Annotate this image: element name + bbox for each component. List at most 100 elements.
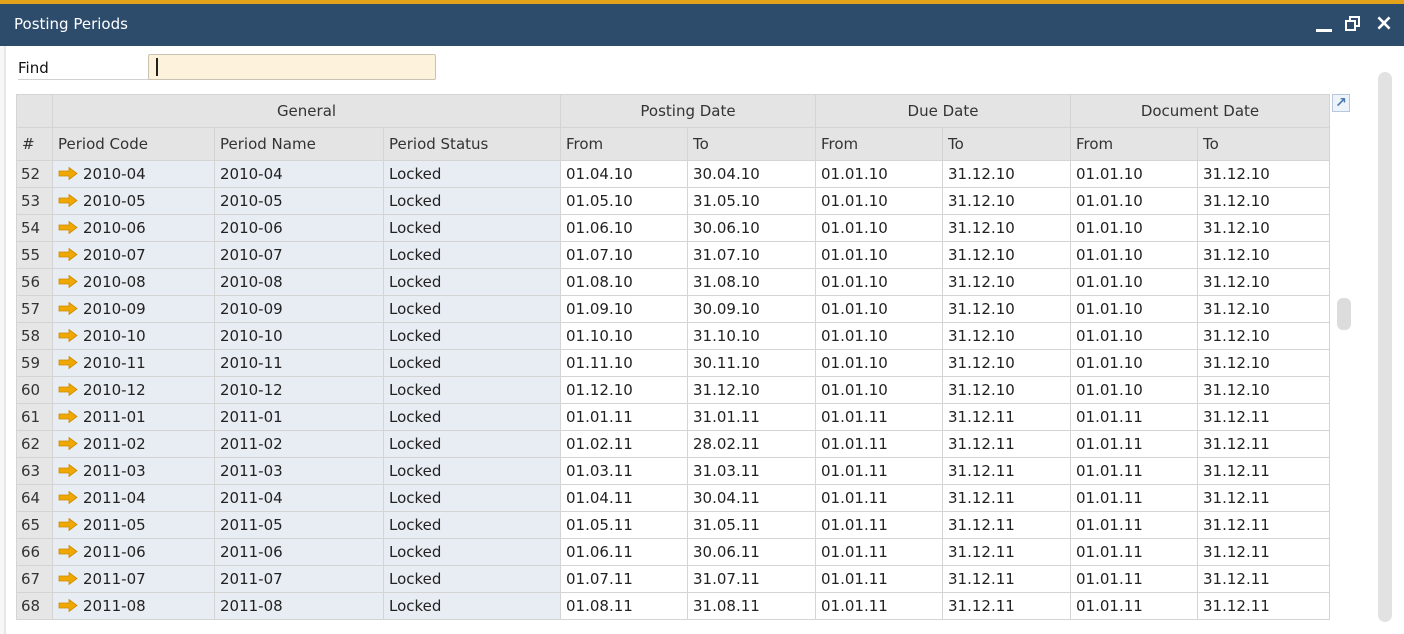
posting-to-cell[interactable]: 30.09.10 bbox=[687, 295, 816, 323]
posting-from-cell[interactable]: 01.05.11 bbox=[560, 511, 688, 539]
due-to-cell[interactable]: 31.12.11 bbox=[942, 457, 1071, 485]
document-from-cell[interactable]: 01.01.10 bbox=[1070, 214, 1198, 242]
posting-from-cell[interactable]: 01.02.11 bbox=[560, 430, 688, 458]
column-header-period-name[interactable]: Period Name bbox=[214, 127, 384, 161]
period-code-cell[interactable]: 2011-02 bbox=[52, 430, 215, 458]
document-to-cell[interactable]: 31.12.10 bbox=[1197, 295, 1330, 323]
posting-to-cell[interactable]: 31.05.10 bbox=[687, 187, 816, 215]
posting-from-cell[interactable]: 01.06.10 bbox=[560, 214, 688, 242]
document-to-cell[interactable]: 31.12.10 bbox=[1197, 160, 1330, 188]
due-to-cell[interactable]: 31.12.10 bbox=[942, 349, 1071, 377]
row-number-cell[interactable]: 57 bbox=[16, 295, 53, 323]
link-arrow-icon[interactable] bbox=[58, 437, 78, 450]
link-arrow-icon[interactable] bbox=[58, 302, 78, 315]
period-name-cell[interactable]: 2010-10 bbox=[214, 322, 384, 350]
posting-to-cell[interactable]: 30.11.10 bbox=[687, 349, 816, 377]
period-name-cell[interactable]: 2010-12 bbox=[214, 376, 384, 404]
due-to-cell[interactable]: 31.12.11 bbox=[942, 511, 1071, 539]
period-status-cell[interactable]: Locked bbox=[383, 322, 561, 350]
due-from-cell[interactable]: 01.01.10 bbox=[815, 376, 943, 404]
period-status-cell[interactable]: Locked bbox=[383, 295, 561, 323]
row-number-cell[interactable]: 54 bbox=[16, 214, 53, 242]
period-code-cell[interactable]: 2010-10 bbox=[52, 322, 215, 350]
period-code-cell[interactable]: 2010-08 bbox=[52, 268, 215, 296]
due-from-cell[interactable]: 01.01.11 bbox=[815, 511, 943, 539]
window-titlebar[interactable]: Posting Periods × bbox=[0, 4, 1404, 46]
period-status-cell[interactable]: Locked bbox=[383, 268, 561, 296]
period-status-cell[interactable]: Locked bbox=[383, 376, 561, 404]
document-to-cell[interactable]: 31.12.11 bbox=[1197, 592, 1330, 620]
document-from-cell[interactable]: 01.01.10 bbox=[1070, 241, 1198, 269]
row-number-cell[interactable]: 68 bbox=[16, 592, 53, 620]
posting-from-cell[interactable]: 01.09.10 bbox=[560, 295, 688, 323]
row-number-cell[interactable]: 60 bbox=[16, 376, 53, 404]
period-name-cell[interactable]: 2011-06 bbox=[214, 538, 384, 566]
due-to-cell[interactable]: 31.12.11 bbox=[942, 538, 1071, 566]
posting-from-cell[interactable]: 01.11.10 bbox=[560, 349, 688, 377]
column-header-row-number[interactable]: # bbox=[16, 127, 53, 161]
row-number-cell[interactable]: 56 bbox=[16, 268, 53, 296]
column-header-posting-from[interactable]: From bbox=[560, 127, 688, 161]
document-from-cell[interactable]: 01.01.10 bbox=[1070, 268, 1198, 296]
period-status-cell[interactable]: Locked bbox=[383, 214, 561, 242]
posting-to-cell[interactable]: 28.02.11 bbox=[687, 430, 816, 458]
due-to-cell[interactable]: 31.12.10 bbox=[942, 322, 1071, 350]
link-arrow-icon[interactable] bbox=[58, 491, 78, 504]
period-status-cell[interactable]: Locked bbox=[383, 430, 561, 458]
due-from-cell[interactable]: 01.01.11 bbox=[815, 484, 943, 512]
due-from-cell[interactable]: 01.01.11 bbox=[815, 538, 943, 566]
document-to-cell[interactable]: 31.12.11 bbox=[1197, 511, 1330, 539]
period-status-cell[interactable]: Locked bbox=[383, 592, 561, 620]
period-code-cell[interactable]: 2011-04 bbox=[52, 484, 215, 512]
period-status-cell[interactable]: Locked bbox=[383, 160, 561, 188]
posting-to-cell[interactable]: 31.07.10 bbox=[687, 241, 816, 269]
document-from-cell[interactable]: 01.01.10 bbox=[1070, 349, 1198, 377]
due-from-cell[interactable]: 01.01.11 bbox=[815, 592, 943, 620]
link-arrow-icon[interactable] bbox=[58, 545, 78, 558]
due-to-cell[interactable]: 31.12.10 bbox=[942, 268, 1071, 296]
group-header-due-date[interactable]: Due Date bbox=[815, 94, 1071, 128]
due-from-cell[interactable]: 01.01.10 bbox=[815, 187, 943, 215]
column-header-due-from[interactable]: From bbox=[815, 127, 943, 161]
posting-from-cell[interactable]: 01.01.11 bbox=[560, 403, 688, 431]
document-from-cell[interactable]: 01.01.11 bbox=[1070, 403, 1198, 431]
document-to-cell[interactable]: 31.12.11 bbox=[1197, 403, 1330, 431]
due-to-cell[interactable]: 31.12.10 bbox=[942, 187, 1071, 215]
document-from-cell[interactable]: 01.01.11 bbox=[1070, 430, 1198, 458]
period-status-cell[interactable]: Locked bbox=[383, 457, 561, 485]
posting-from-cell[interactable]: 01.10.10 bbox=[560, 322, 688, 350]
document-to-cell[interactable]: 31.12.10 bbox=[1197, 214, 1330, 242]
period-code-cell[interactable]: 2010-11 bbox=[52, 349, 215, 377]
posting-to-cell[interactable]: 31.07.11 bbox=[687, 565, 816, 593]
posting-from-cell[interactable]: 01.03.11 bbox=[560, 457, 688, 485]
group-header-posting-date[interactable]: Posting Date bbox=[560, 94, 816, 128]
vertical-scrollbar-track[interactable] bbox=[1378, 72, 1392, 622]
posting-from-cell[interactable]: 01.04.10 bbox=[560, 160, 688, 188]
posting-to-cell[interactable]: 31.10.10 bbox=[687, 322, 816, 350]
due-to-cell[interactable]: 31.12.11 bbox=[942, 403, 1071, 431]
period-status-cell[interactable]: Locked bbox=[383, 241, 561, 269]
table-row[interactable]: 53 2010-05 2010-05 Locked 01.05.10 31.05.10 01… bbox=[16, 187, 1330, 215]
table-row[interactable]: 52 2010-04 2010-04 Locked 01.04.10 30.04.10 01… bbox=[16, 160, 1330, 188]
table-row[interactable]: 59 2010-11 2010-11 Locked 01.11.10 30.11.10 01… bbox=[16, 349, 1330, 377]
due-to-cell[interactable]: 31.12.11 bbox=[942, 484, 1071, 512]
link-arrow-icon[interactable] bbox=[58, 356, 78, 369]
due-from-cell[interactable]: 01.01.10 bbox=[815, 160, 943, 188]
due-from-cell[interactable]: 01.01.10 bbox=[815, 268, 943, 296]
due-to-cell[interactable]: 31.12.11 bbox=[942, 430, 1071, 458]
row-number-cell[interactable]: 55 bbox=[16, 241, 53, 269]
restore-button[interactable] bbox=[1342, 12, 1366, 36]
group-header-document-date[interactable]: Document Date bbox=[1070, 94, 1330, 128]
document-from-cell[interactable]: 01.01.11 bbox=[1070, 484, 1198, 512]
due-to-cell[interactable]: 31.12.10 bbox=[942, 241, 1071, 269]
table-row[interactable]: 56 2010-08 2010-08 Locked 01.08.10 31.08.10 01… bbox=[16, 268, 1330, 296]
posting-to-cell[interactable]: 30.06.11 bbox=[687, 538, 816, 566]
row-number-cell[interactable]: 59 bbox=[16, 349, 53, 377]
vertical-scrollbar-thumb[interactable] bbox=[1337, 298, 1351, 330]
period-name-cell[interactable]: 2011-02 bbox=[214, 430, 384, 458]
posting-to-cell[interactable]: 31.08.10 bbox=[687, 268, 816, 296]
document-to-cell[interactable]: 31.12.10 bbox=[1197, 376, 1330, 404]
period-code-cell[interactable]: 2011-05 bbox=[52, 511, 215, 539]
link-arrow-icon[interactable] bbox=[58, 464, 78, 477]
period-code-cell[interactable]: 2010-07 bbox=[52, 241, 215, 269]
